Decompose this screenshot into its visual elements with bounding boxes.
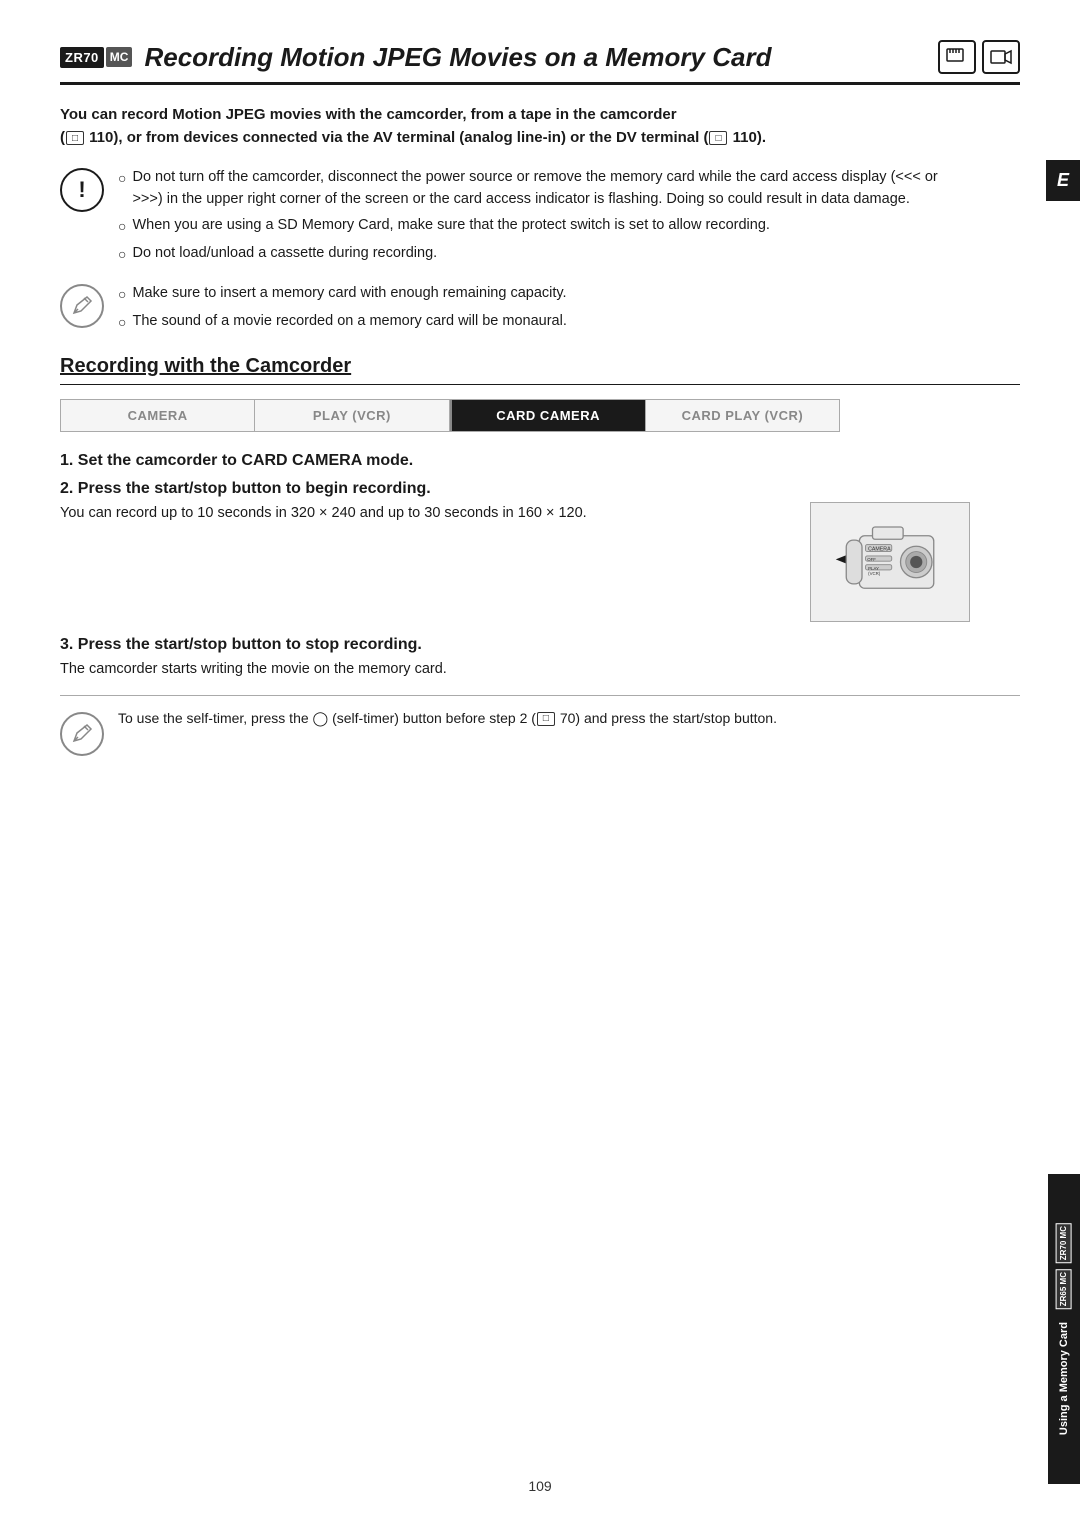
- warning-text-1: Do not turn off the camcorder, disconnec…: [132, 166, 970, 211]
- intro-text: You can record Motion JPEG movies with t…: [60, 103, 1020, 150]
- note-bullet-1: ○ Make sure to insert a memory card with…: [118, 282, 970, 306]
- page-number: 109: [528, 1478, 551, 1494]
- header-title: Recording Motion JPEG Movies on a Memory…: [144, 42, 771, 73]
- right-tab: E: [1046, 160, 1080, 201]
- note-text-1: Make sure to insert a memory card with e…: [132, 282, 566, 306]
- note-2-content: To use the self-timer, press the ◯ (self…: [118, 708, 970, 756]
- ref-box-2: □: [709, 131, 727, 145]
- pencil-icon-2: [69, 721, 95, 747]
- right-tab-letter: E: [1057, 170, 1069, 191]
- note-bullet-2: ○ The sound of a movie recorded on a mem…: [118, 310, 970, 334]
- tab-camera[interactable]: CAMERA: [61, 400, 255, 431]
- warning-text-3: Do not load/unload a cassette during rec…: [132, 242, 437, 266]
- warning-section: ! ○ Do not turn off the camcorder, disco…: [60, 166, 1020, 270]
- bullet-circle-1: ○: [118, 168, 126, 211]
- step-2-description: You can record up to 10 seconds in 320 ×…: [60, 502, 790, 524]
- camcorder-illustration: CAMERA OFF PLAY (VCR): [820, 512, 960, 612]
- sidebar-badge-zr70: ZR70 MC: [1056, 1223, 1072, 1263]
- warning-icon: !: [60, 168, 104, 212]
- tab-card-play-vcr[interactable]: CARD PLAY (VCR): [646, 400, 839, 431]
- sidebar-vertical: ZR70 MC ZR65 MC Using a Memory Card: [1048, 1174, 1080, 1484]
- step-3-description: The camcorder starts writing the movie o…: [60, 658, 970, 680]
- svg-text:PLAY: PLAY: [868, 566, 879, 571]
- note-circle-1: ○: [118, 284, 126, 306]
- steps-section: 1. Set the camcorder to CARD CAMERA mode…: [60, 452, 1020, 680]
- ref-box-1: □: [66, 131, 84, 145]
- tab-play-vcr[interactable]: PLAY (VCR): [255, 400, 449, 431]
- page-header: ZR70MC Recording Motion JPEG Movies on a…: [60, 40, 1020, 85]
- svg-text:(VCR): (VCR): [868, 571, 881, 576]
- header-icons: [938, 40, 1020, 74]
- video-icon-box: [982, 40, 1020, 74]
- tab-card-camera[interactable]: CARD CAMERA: [452, 400, 646, 431]
- warning-bullet-3: ○ Do not load/unload a cassette during r…: [118, 242, 970, 266]
- bullet-circle-2: ○: [118, 216, 126, 238]
- step-3-title: 3. Press the start/stop button to stop r…: [60, 636, 970, 654]
- warning-content: ○ Do not turn off the camcorder, disconn…: [118, 166, 970, 270]
- svg-text:CAMERA: CAMERA: [868, 547, 891, 553]
- step-2: 2. Press the start/stop button to begin …: [60, 480, 970, 622]
- video-camera-icon: [989, 46, 1013, 68]
- header-title-block: ZR70MC Recording Motion JPEG Movies on a…: [60, 42, 926, 73]
- note-section-1: ○ Make sure to insert a memory card with…: [60, 282, 1020, 337]
- memory-card-icon: [945, 46, 969, 68]
- intro-strong: You can record Motion JPEG movies with t…: [60, 106, 766, 146]
- model-mc: MC: [106, 47, 133, 67]
- note-icon-2: [60, 712, 104, 756]
- note-icon-1: [60, 284, 104, 328]
- ref-box-3: □: [537, 712, 555, 726]
- step-2-content: You can record up to 10 seconds in 320 ×…: [60, 502, 970, 622]
- step-1: 1. Set the camcorder to CARD CAMERA mode…: [60, 452, 970, 470]
- sidebar-label: Using a Memory Card: [1058, 1322, 1070, 1435]
- step-2-title: 2. Press the start/stop button to begin …: [60, 480, 970, 498]
- warning-bullet-1: ○ Do not turn off the camcorder, disconn…: [118, 166, 970, 211]
- step-1-title: 1. Set the camcorder to CARD CAMERA mode…: [60, 452, 970, 470]
- camera-icon-box: [938, 40, 976, 74]
- step-3: 3. Press the start/stop button to stop r…: [60, 636, 970, 680]
- note-text-2: The sound of a movie recorded on a memor…: [132, 310, 566, 334]
- section-heading: Recording with the Camcorder: [60, 355, 1020, 385]
- note-section-2: To use the self-timer, press the ◯ (self…: [60, 695, 1020, 756]
- model-badge: ZR70MC: [60, 47, 132, 68]
- page-container: E ZR70MC Recording Motion JPEG Movies on…: [0, 0, 1080, 1534]
- svg-text:OFF: OFF: [867, 557, 876, 562]
- model-zr70: ZR70: [60, 47, 104, 68]
- step-2-image: CAMERA OFF PLAY (VCR): [810, 502, 970, 622]
- bullet-circle-3: ○: [118, 244, 126, 266]
- warning-text-2: When you are using a SD Memory Card, mak…: [132, 214, 769, 238]
- note-circle-2: ○: [118, 312, 126, 334]
- sidebar-badge-zr65: ZR65 MC: [1056, 1269, 1072, 1309]
- mode-tabs: CAMERA PLAY (VCR) CARD CAMERA CARD PLAY …: [60, 399, 840, 432]
- warning-bullet-2: ○ When you are using a SD Memory Card, m…: [118, 214, 970, 238]
- note-content-1: ○ Make sure to insert a memory card with…: [118, 282, 970, 337]
- pencil-icon: [69, 293, 95, 319]
